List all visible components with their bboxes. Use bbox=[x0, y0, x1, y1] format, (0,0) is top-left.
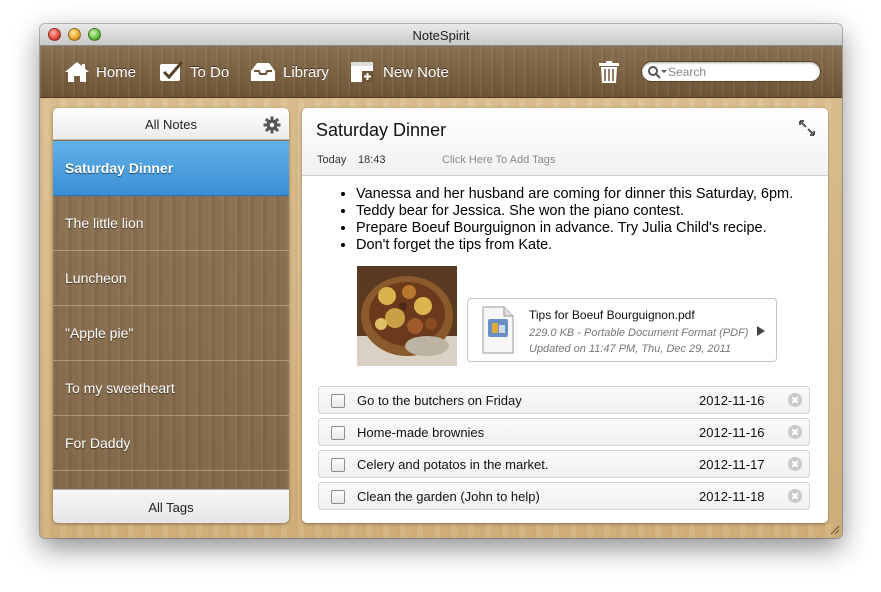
todo-date[interactable]: 2012-11-16 bbox=[699, 425, 765, 440]
new-note-button[interactable]: New Note bbox=[349, 59, 449, 85]
todo-text[interactable]: Celery and potatos in the market. bbox=[357, 457, 549, 472]
note-item[interactable]: Luncheon bbox=[53, 251, 289, 306]
sidebar-header: All Notes bbox=[53, 108, 289, 140]
new-note-label: New Note bbox=[383, 63, 449, 81]
todo-item: Home-made brownies 2012-11-16 bbox=[318, 418, 810, 446]
bullet-item: Prepare Boeuf Bourguignon in advance. Tr… bbox=[356, 220, 793, 237]
add-tags-field[interactable]: Click Here To Add Tags bbox=[442, 154, 555, 166]
all-tags-button[interactable]: All Tags bbox=[53, 500, 289, 515]
search-field[interactable] bbox=[641, 61, 821, 82]
food-photo-image bbox=[357, 266, 457, 366]
notes-list: Saturday Dinner The little lion Luncheon… bbox=[53, 141, 289, 489]
note-time: 18:43 bbox=[358, 154, 386, 166]
note-title[interactable]: Saturday Dinner bbox=[316, 120, 446, 141]
trash-button[interactable] bbox=[597, 60, 621, 84]
library-button[interactable]: Library bbox=[249, 59, 329, 85]
todo-text[interactable]: Go to the butchers on Friday bbox=[357, 393, 522, 408]
note-editor: Saturday Dinner Today 18:43 Click Here T… bbox=[302, 108, 828, 523]
window-title: NoteSpirit bbox=[412, 28, 470, 43]
bullet-item: Teddy bear for Jessica. She won the pian… bbox=[356, 203, 793, 220]
attachment-meta: 229.0 KB - Portable Document Format (PDF… bbox=[529, 327, 749, 339]
note-item-label: Luncheon bbox=[65, 270, 127, 286]
todo-checkbox[interactable] bbox=[331, 458, 345, 472]
home-button[interactable]: Home bbox=[64, 59, 136, 85]
attachment-updated: Updated on 11:47 PM, Thu, Dec 29, 2011 bbox=[529, 343, 732, 355]
resize-grip-icon[interactable] bbox=[829, 524, 840, 535]
delete-todo-icon[interactable] bbox=[788, 457, 802, 471]
note-bullet-list[interactable]: Vanessa and her husband are coming for d… bbox=[340, 186, 793, 254]
todo-button[interactable]: To Do bbox=[158, 59, 229, 85]
todo-checkbox[interactable] bbox=[331, 426, 345, 440]
todo-text[interactable]: Home-made brownies bbox=[357, 425, 484, 440]
todo-item: Celery and potatos in the market. 2012-1… bbox=[318, 450, 810, 478]
note-item-label: To my sweetheart bbox=[65, 380, 175, 396]
bullet-item: Vanessa and her husband are coming for d… bbox=[356, 186, 793, 203]
note-item-label: Saturday Dinner bbox=[65, 160, 174, 176]
expand-icon[interactable] bbox=[799, 120, 815, 136]
attachment-name: Tips for Boeuf Bourguignon.pdf bbox=[529, 308, 695, 322]
pdf-file-icon bbox=[482, 306, 514, 354]
sidebar-footer: All Tags bbox=[53, 489, 289, 523]
note-item-label: "Apple pie" bbox=[65, 325, 134, 341]
note-item-label: The little lion bbox=[65, 215, 144, 231]
inbox-tray-icon bbox=[251, 63, 275, 81]
trash-icon bbox=[599, 61, 619, 83]
todo-date[interactable]: 2012-11-18 bbox=[699, 489, 765, 504]
home-icon bbox=[65, 62, 89, 82]
todo-checkbox[interactable] bbox=[331, 394, 345, 408]
delete-todo-icon[interactable] bbox=[788, 393, 802, 407]
library-label: Library bbox=[283, 63, 329, 81]
todo-text[interactable]: Clean the garden (John to help) bbox=[357, 489, 540, 504]
todo-date[interactable]: 2012-11-17 bbox=[699, 457, 765, 472]
home-label: Home bbox=[96, 63, 137, 81]
title-bar[interactable]: NoteSpirit bbox=[40, 24, 842, 46]
new-note-icon bbox=[351, 62, 373, 82]
note-item[interactable]: To my sweetheart bbox=[53, 361, 289, 416]
delete-todo-icon[interactable] bbox=[788, 425, 802, 439]
todo-checkbox[interactable] bbox=[331, 490, 345, 504]
checkbox-icon bbox=[160, 61, 184, 81]
search-icon bbox=[648, 66, 667, 79]
note-header: Saturday Dinner Today 18:43 Click Here T… bbox=[302, 108, 828, 176]
all-notes-label[interactable]: All Notes bbox=[53, 117, 289, 132]
todo-date[interactable]: 2012-11-16 bbox=[699, 393, 765, 408]
note-item[interactable]: The little lion bbox=[53, 196, 289, 251]
note-item[interactable]: For Daddy bbox=[53, 416, 289, 471]
note-item[interactable]: "Apple pie" bbox=[53, 306, 289, 361]
toolbar: Home To Do Library New Note bbox=[40, 46, 842, 98]
pdf-attachment[interactable]: Tips for Boeuf Bourguignon.pdf 229.0 KB … bbox=[467, 298, 777, 362]
note-item-label: For Daddy bbox=[65, 435, 131, 451]
todo-item: Go to the butchers on Friday 2012-11-16 bbox=[318, 386, 810, 414]
play-arrow-icon[interactable] bbox=[756, 325, 766, 337]
note-photo[interactable] bbox=[357, 266, 457, 366]
search-input[interactable] bbox=[668, 64, 813, 79]
gear-icon[interactable] bbox=[263, 116, 281, 134]
notes-sidebar: All Notes Saturday Dinner The little lio… bbox=[53, 108, 289, 523]
delete-todo-icon[interactable] bbox=[788, 489, 802, 503]
todo-item: Clean the garden (John to help) 2012-11-… bbox=[318, 482, 810, 510]
note-day: Today bbox=[317, 154, 347, 166]
todo-label: To Do bbox=[190, 63, 230, 81]
app-window: NoteSpirit Home To Do Library New Note S… bbox=[40, 24, 842, 538]
bullet-item: Don't forget the tips from Kate. bbox=[356, 237, 793, 254]
note-item[interactable]: Saturday Dinner bbox=[53, 141, 289, 196]
